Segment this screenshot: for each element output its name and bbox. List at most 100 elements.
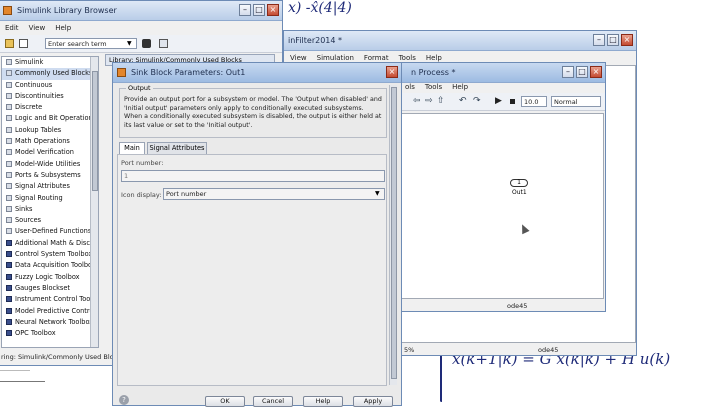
menu-simulation[interactable]: Simulation: [317, 54, 354, 62]
library-tree-item-label: Math Operations: [15, 137, 70, 146]
close-icon[interactable]: ×: [386, 66, 398, 78]
library-folder-icon: [6, 318, 12, 325]
close-icon[interactable]: ×: [267, 4, 279, 16]
library-tree-item[interactable]: Sources: [2, 215, 98, 226]
library-tree-item-label: Instrument Control Toolbox: [15, 295, 99, 304]
help-button[interactable]: Help: [303, 396, 343, 407]
library-tree-item[interactable]: Logic and Bit Operations: [2, 113, 98, 124]
library-tree-item-label: Control System Toolbox: [15, 250, 93, 259]
stop-time-input[interactable]: 10.0: [521, 96, 547, 107]
library-tree-item[interactable]: Commonly Used Blocks: [2, 68, 98, 80]
library-tree-item[interactable]: Ports & Subsystems: [2, 170, 98, 181]
library-folder-icon: [6, 138, 12, 145]
maximize-icon[interactable]: □: [576, 66, 588, 78]
menu-tools[interactable]: Tools: [399, 54, 416, 62]
minimize-icon[interactable]: –: [239, 4, 251, 16]
library-tree-item[interactable]: Lookup Tables: [2, 125, 98, 136]
model-front-titlebar[interactable]: n Process * – □ ×: [399, 63, 605, 83]
menu-help[interactable]: Help: [426, 54, 442, 62]
forward-arrow-icon[interactable]: ⇨: [425, 96, 433, 106]
library-tree-item[interactable]: Discontinuities: [2, 91, 98, 102]
model-front-canvas[interactable]: 1 Out1: [401, 113, 604, 299]
library-tree-scrollbar[interactable]: [90, 57, 98, 347]
library-tree-item[interactable]: Gauges Blockset: [2, 283, 98, 294]
menu-tools[interactable]: Tools: [425, 83, 442, 91]
search-dropdown-icon[interactable]: ▼: [127, 40, 132, 47]
dialog-titlebar[interactable]: Sink Block Parameters: Out1 ×: [113, 63, 401, 83]
menu-tools-partial[interactable]: ols: [405, 83, 415, 91]
dialog-scrollbar[interactable]: [389, 85, 397, 385]
model-front-title: n Process *: [411, 68, 456, 77]
sim-mode-select[interactable]: Normal: [551, 96, 601, 107]
outport-block[interactable]: 1: [510, 179, 528, 187]
maximize-icon[interactable]: □: [253, 4, 265, 16]
dialog-title: Sink Block Parameters: Out1: [131, 68, 246, 77]
back-arrow-icon[interactable]: ⇦: [413, 96, 421, 106]
chevron-down-icon[interactable]: ▼: [375, 190, 380, 197]
close-icon[interactable]: ×: [590, 66, 602, 78]
library-folder-icon: [6, 115, 12, 122]
maximize-icon[interactable]: □: [607, 34, 619, 46]
library-tree-item-label: Ports & Subsystems: [15, 170, 81, 179]
port-number-input[interactable]: 1: [121, 170, 385, 182]
search-input[interactable]: Enter search term: [45, 38, 137, 49]
library-tree-item[interactable]: Simulink: [2, 57, 98, 68]
library-tree-item[interactable]: User-Defined Functions: [2, 226, 98, 237]
close-icon[interactable]: ×: [621, 34, 633, 46]
tab-signal-attributes[interactable]: Signal Attributes: [147, 142, 207, 154]
library-tree-item[interactable]: Fuzzy Logic Toolbox: [2, 272, 98, 283]
minimize-icon[interactable]: –: [562, 66, 574, 78]
run-icon[interactable]: ▶: [495, 96, 502, 106]
library-tree-item-label: Commonly Used Blocks: [15, 69, 93, 78]
library-tree-item[interactable]: OPC Toolbox: [2, 328, 98, 339]
open-folder-icon[interactable]: [5, 39, 14, 48]
library-tree-item[interactable]: Signal Attributes: [2, 181, 98, 192]
cancel-button[interactable]: Cancel: [253, 396, 293, 407]
library-folder-icon: [6, 59, 12, 65]
library-titlebar[interactable]: Simulink Library Browser – □ ×: [0, 1, 282, 21]
library-tree-item-label: Signal Routing: [15, 193, 63, 202]
scrollbar-thumb[interactable]: [391, 87, 397, 379]
library-tree-item[interactable]: Additional Math & Discrete: [2, 238, 98, 249]
up-arrow-icon[interactable]: ⇧: [437, 96, 445, 106]
menu-view[interactable]: View: [290, 54, 307, 62]
library-tree-item[interactable]: Instrument Control Toolbox: [2, 294, 98, 305]
library-tree-item[interactable]: Data Acquisition Toolbox: [2, 260, 98, 271]
library-tree-item-label: Sources: [15, 216, 42, 225]
menu-format[interactable]: Format: [364, 54, 389, 62]
apply-button[interactable]: Apply: [353, 396, 393, 407]
output-group-label: Output: [126, 84, 153, 92]
library-tree-item-label: Discontinuities: [15, 91, 64, 100]
menu-help[interactable]: Help: [55, 24, 71, 32]
icon-display-select[interactable]: Port number: [163, 188, 385, 200]
mouse-cursor-icon: [518, 222, 530, 235]
ok-button[interactable]: OK: [205, 396, 245, 407]
binoculars-icon[interactable]: [142, 39, 151, 48]
library-tree-item-label: Model Verification: [15, 148, 74, 157]
library-tree-item[interactable]: Model Predictive Control ...: [2, 306, 98, 317]
library-tree-item[interactable]: Model-Wide Utilities: [2, 159, 98, 170]
minimize-icon[interactable]: –: [593, 34, 605, 46]
menu-view[interactable]: View: [29, 24, 46, 32]
library-tree-item[interactable]: Neural Network Toolbox: [2, 317, 98, 328]
library-tree-item[interactable]: Control System Toolbox: [2, 249, 98, 260]
library-title: Simulink Library Browser: [17, 6, 117, 15]
tab-main[interactable]: Main: [119, 142, 145, 154]
library-tree-item[interactable]: Sinks: [2, 204, 98, 215]
library-tree-item[interactable]: Model Verification: [2, 147, 98, 158]
menu-help[interactable]: Help: [452, 83, 468, 91]
undo-icon[interactable]: ↶: [459, 96, 467, 106]
redo-icon[interactable]: ↷: [473, 96, 481, 106]
stop-icon[interactable]: [510, 99, 515, 104]
library-tree-item[interactable]: Continuous: [2, 80, 98, 91]
library-tree-item-label: User-Defined Functions: [15, 227, 92, 236]
properties-icon[interactable]: [159, 39, 168, 48]
library-tree-item[interactable]: Math Operations: [2, 136, 98, 147]
library-tree-item[interactable]: Signal Routing: [2, 193, 98, 204]
scrollbar-thumb[interactable]: [92, 71, 98, 191]
model-back-titlebar[interactable]: inFilter2014 * – □ ×: [284, 31, 636, 51]
library-tree-item-label: OPC Toolbox: [15, 329, 56, 338]
menu-edit[interactable]: Edit: [5, 24, 19, 32]
library-tree-item[interactable]: Discrete: [2, 102, 98, 113]
new-model-icon[interactable]: [19, 39, 28, 48]
